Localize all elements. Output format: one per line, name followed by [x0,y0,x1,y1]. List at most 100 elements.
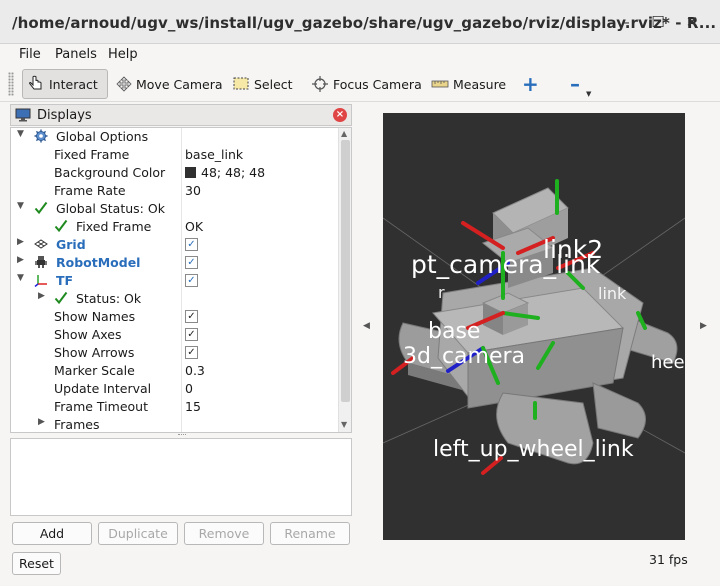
marker-scale-value[interactable]: 0.3 [185,363,205,378]
add-tool-button[interactable]: + [518,69,543,99]
frame-timeout-value[interactable]: 15 [185,399,201,414]
label-link-small: link [598,284,627,303]
show-arrows-checkbox[interactable]: ✓ [185,346,198,359]
row-label: Global Options [56,129,149,144]
tree-row-global-options[interactable]: ▼ Global Options [11,128,339,146]
tree-row-update-interval[interactable]: Update Interval 0 [11,380,339,398]
expand-arrow-icon[interactable]: ▼ [17,201,24,211]
background-color-value[interactable]: 48; 48; 48 [185,165,265,180]
tree-scrollbar[interactable]: ▲ ▼ [338,128,351,432]
menu-bar: File Panels Help [0,44,720,66]
robotmodel-enabled-checkbox[interactable]: ✓ [185,256,198,269]
interact-label: Interact [49,76,98,92]
add-button[interactable]: Add [12,522,92,545]
scroll-down-icon[interactable]: ▼ [341,420,347,429]
monitor-icon [15,108,31,122]
row-label: Show Arrows [54,345,135,360]
tree-row-show-axes[interactable]: Show Axes ✓ [11,326,339,344]
tree-row-tf[interactable]: ▼ TF ✓ [11,272,339,290]
scroll-up-icon[interactable]: ▲ [341,129,347,138]
move-camera-icon [116,76,132,92]
tree-row-marker-scale[interactable]: Marker Scale 0.3 [11,362,339,380]
label-wheel-right: hee [651,352,685,373]
show-names-checkbox[interactable]: ✓ [185,310,198,323]
minimize-button[interactable]: – [616,12,636,32]
color-swatch [185,167,196,178]
tree-row-grid[interactable]: ▶ Grid ✓ [11,236,339,254]
collapsed-arrow-icon[interactable]: ▶ [38,417,45,427]
measure-label: Measure [453,76,507,92]
toolbar-grip[interactable] [8,72,14,96]
tree-row-show-names[interactable]: Show Names ✓ [11,308,339,326]
duplicate-button[interactable]: Duplicate [98,522,178,545]
checkmark-icon [54,291,68,305]
interact-tool-button[interactable]: Interact [22,69,108,99]
row-label: Show Axes [54,327,122,342]
show-axes-checkbox[interactable]: ✓ [185,328,198,341]
update-interval-value[interactable]: 0 [185,381,193,396]
tree-row-frames[interactable]: ▶ Frames [11,416,339,432]
close-panel-icon[interactable]: × [333,108,347,122]
row-label: Update Interval [54,381,152,396]
tree-row-background-color[interactable]: Background Color 48; 48; 48 [11,164,339,182]
tf-enabled-checkbox[interactable]: ✓ [185,274,198,287]
close-window-button[interactable]: ✕ [682,12,702,32]
tree-row-show-arrows[interactable]: Show Arrows ✓ [11,344,339,362]
reset-button[interactable]: Reset [12,552,61,575]
fixed-frame-status-value: OK [185,219,204,234]
displays-tree: ▼ Global Options Fixed Frame base_link B… [10,127,352,433]
move-camera-label: Move Camera [136,76,223,92]
remove-button[interactable]: Remove [184,522,264,545]
menu-file[interactable]: File [19,47,41,62]
robot-scene: pt_camera_link link2 base 3d_camera left… [383,179,685,475]
remove-tool-button[interactable]: – [566,69,584,99]
focus-camera-icon [312,76,328,92]
maximize-button[interactable]: ☐ [648,12,668,32]
rename-button[interactable]: Rename [270,522,350,545]
expand-arrow-icon[interactable]: ▼ [17,129,24,139]
label-r-small: r [438,283,445,302]
tree-row-tf-status[interactable]: ▶ Status: Ok [11,290,339,308]
collapsed-arrow-icon[interactable]: ▶ [17,237,24,247]
axes-icon [34,275,47,287]
select-label: Select [254,76,293,92]
checkmark-icon [34,201,48,215]
menu-panels[interactable]: Panels [55,47,97,62]
frame-rate-value[interactable]: 30 [185,183,201,198]
render-view[interactable]: pt_camera_link link2 base 3d_camera left… [383,113,685,540]
scrollbar-thumb[interactable] [341,140,350,402]
select-tool-button[interactable]: Select [228,69,297,99]
tree-row-robotmodel[interactable]: ▶ RobotModel ✓ [11,254,339,272]
label-base: base [428,319,480,344]
robot-icon [35,256,47,268]
menu-help[interactable]: Help [108,47,138,62]
expand-arrow-icon[interactable]: ▼ [17,273,24,283]
label-left-wheel: left_up_wheel_link [433,437,634,462]
grid-enabled-checkbox[interactable]: ✓ [185,238,198,251]
tree-row-frame-rate[interactable]: Frame Rate 30 [11,182,339,200]
fixed-frame-value[interactable]: base_link [185,147,243,162]
collapse-right-icon[interactable]: ▶ [700,321,707,331]
focus-camera-tool-button[interactable]: Focus Camera [307,69,426,99]
row-label: Frame Rate [54,183,126,198]
window-title: /home/arnoud/ugv_ws/install/ugv_gazebo/s… [12,14,717,32]
tree-row-global-status[interactable]: ▼ Global Status: Ok [11,200,339,218]
collapse-left-icon[interactable]: ◀ [363,321,370,331]
move-camera-tool-button[interactable]: Move Camera [112,69,227,99]
displays-title: Displays [37,108,92,123]
row-label: Fixed Frame [76,219,152,234]
measure-tool-button[interactable]: Measure [427,69,510,99]
plus-icon: + [522,72,539,96]
collapsed-arrow-icon[interactable]: ▶ [17,255,24,265]
toolbar: Interact Move Camera Select Focus Camera… [0,66,720,102]
description-box [10,438,352,516]
tree-row-status-fixed-frame[interactable]: Fixed Frame OK [11,218,339,236]
select-icon [233,77,249,90]
focus-camera-label: Focus Camera [333,76,422,92]
tool-menu-chevron-icon[interactable]: ▼ [586,90,591,98]
tree-row-frame-timeout[interactable]: Frame Timeout 15 [11,398,339,416]
label-link2: link2 [543,235,603,264]
tree-row-fixed-frame[interactable]: Fixed Frame base_link [11,146,339,164]
panel-splitter-handle[interactable] [178,434,186,436]
collapsed-arrow-icon[interactable]: ▶ [38,291,45,301]
